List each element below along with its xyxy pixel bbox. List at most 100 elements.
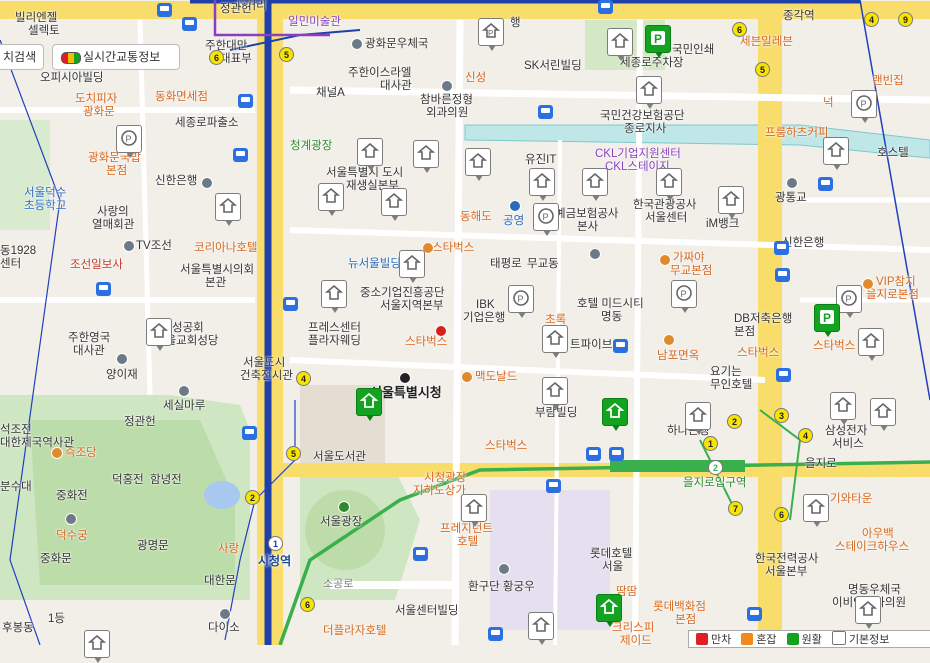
parking-pin[interactable] [636, 76, 662, 109]
bus-stop-icon[interactable] [546, 479, 561, 493]
parking-pin[interactable] [84, 630, 110, 663]
parking-available-pin[interactable]: P [814, 304, 840, 337]
bus-stop-icon[interactable] [586, 447, 601, 461]
poi-dot[interactable] [178, 385, 190, 397]
route-marker[interactable]: 5 [755, 62, 770, 77]
poi-dot[interactable] [51, 447, 63, 459]
parking-pin[interactable] [321, 280, 347, 313]
route-marker[interactable]: 7 [728, 501, 743, 516]
parking-pin[interactable] [870, 398, 896, 431]
route-marker[interactable]: 6 [209, 50, 224, 65]
bus-stop-icon[interactable] [818, 177, 833, 191]
parking-pin[interactable] [528, 612, 554, 645]
bus-stop-icon[interactable] [413, 547, 428, 561]
parking-pin[interactable]: P [508, 285, 534, 318]
parking-pin[interactable] [381, 188, 407, 221]
route-marker[interactable]: 4 [296, 371, 311, 386]
parking-pin[interactable] [542, 325, 568, 358]
bus-stop-icon[interactable] [609, 447, 624, 461]
poi-dot[interactable] [786, 177, 798, 189]
route-marker[interactable]: 9 [898, 12, 913, 27]
location-marker[interactable] [435, 325, 447, 337]
route-marker[interactable]: 2 [708, 460, 723, 475]
route-marker[interactable]: 4 [798, 428, 813, 443]
poi-dot[interactable] [589, 248, 601, 260]
parking-pin[interactable] [461, 494, 487, 527]
parking-pin[interactable] [215, 193, 241, 226]
bus-stop-icon[interactable] [613, 339, 628, 353]
parking-pin[interactable] [855, 596, 881, 629]
route-marker[interactable]: 6 [732, 22, 747, 37]
poi-dot[interactable] [351, 38, 363, 50]
parking-pin[interactable] [823, 137, 849, 170]
parking-pin[interactable] [607, 28, 633, 61]
parking-available-pin[interactable]: P [645, 25, 671, 58]
bus-stop-icon[interactable] [747, 607, 762, 621]
parking-pin[interactable] [656, 168, 682, 201]
route-marker[interactable]: 6 [774, 507, 789, 522]
parking-pin[interactable] [685, 402, 711, 435]
bus-stop-icon[interactable] [774, 241, 789, 255]
route-marker[interactable]: 1 [268, 536, 283, 551]
bus-stop-icon[interactable] [775, 268, 790, 282]
parking-pin[interactable]: P [478, 18, 504, 51]
poi-dot[interactable] [65, 513, 77, 525]
bus-stop-icon[interactable] [182, 17, 197, 31]
bus-stop-icon[interactable] [488, 627, 503, 641]
bus-stop-icon[interactable] [538, 105, 553, 119]
route-marker[interactable]: 5 [286, 446, 301, 461]
location-search-button[interactable]: 치검색 [0, 44, 44, 70]
route-marker[interactable]: 3 [774, 408, 789, 423]
parking-pin[interactable] [582, 168, 608, 201]
route-marker[interactable]: 2 [727, 414, 742, 429]
parking-pin[interactable] [318, 183, 344, 216]
parking-pin[interactable] [413, 140, 439, 173]
bus-stop-icon[interactable] [242, 426, 257, 440]
parking-pin[interactable] [803, 494, 829, 527]
poi-dot[interactable] [399, 372, 411, 384]
parking-pin[interactable] [146, 318, 172, 351]
poi-dot[interactable] [498, 563, 510, 575]
bus-stop-icon[interactable] [776, 368, 791, 382]
parking-pin[interactable]: P [671, 280, 697, 313]
parking-pin[interactable]: P [851, 90, 877, 123]
poi-dot[interactable] [123, 240, 135, 252]
bus-stop-icon[interactable] [283, 297, 298, 311]
route-marker[interactable]: 1 [703, 436, 718, 451]
poi-dot[interactable] [862, 278, 874, 290]
bus-stop-icon[interactable] [238, 94, 253, 108]
parking-pin[interactable] [858, 328, 884, 361]
parking-pin[interactable]: P [533, 203, 559, 236]
poi-dot[interactable] [219, 608, 231, 620]
parking-pin[interactable] [830, 392, 856, 425]
parking-pin[interactable] [718, 186, 744, 219]
parking-pin[interactable] [542, 377, 568, 410]
parking-available-pin[interactable] [602, 398, 628, 431]
parking-pin[interactable] [465, 148, 491, 181]
poi-dot[interactable] [461, 371, 473, 383]
poi-dot[interactable] [659, 254, 671, 266]
bus-stop-icon[interactable] [598, 0, 613, 14]
parking-available-pin[interactable] [596, 594, 622, 627]
poi-dot[interactable] [441, 80, 453, 92]
route-marker[interactable]: 4 [864, 12, 879, 27]
poi-dot[interactable] [663, 334, 675, 346]
realtime-traffic-button[interactable]: 실시간교통정보 [52, 44, 180, 70]
poi-dot[interactable] [509, 200, 521, 212]
route-marker[interactable]: 5 [279, 47, 294, 62]
route-marker[interactable]: 2 [245, 490, 260, 505]
route-marker[interactable]: 6 [300, 597, 315, 612]
parking-pin[interactable] [529, 168, 555, 201]
parking-pin[interactable] [399, 250, 425, 283]
poi-dot[interactable] [116, 353, 128, 365]
bus-stop-icon[interactable] [233, 148, 248, 162]
parking-pin[interactable]: P [116, 125, 142, 158]
parking-pin[interactable] [357, 138, 383, 171]
bus-stop-icon[interactable] [96, 282, 111, 296]
parking-available-pin[interactable] [356, 388, 382, 421]
poi-dot[interactable] [338, 501, 350, 513]
poi-dot[interactable] [201, 177, 213, 189]
bus-stop-icon[interactable] [157, 3, 172, 17]
parking-icon [722, 190, 740, 206]
parking-icon [606, 402, 624, 418]
